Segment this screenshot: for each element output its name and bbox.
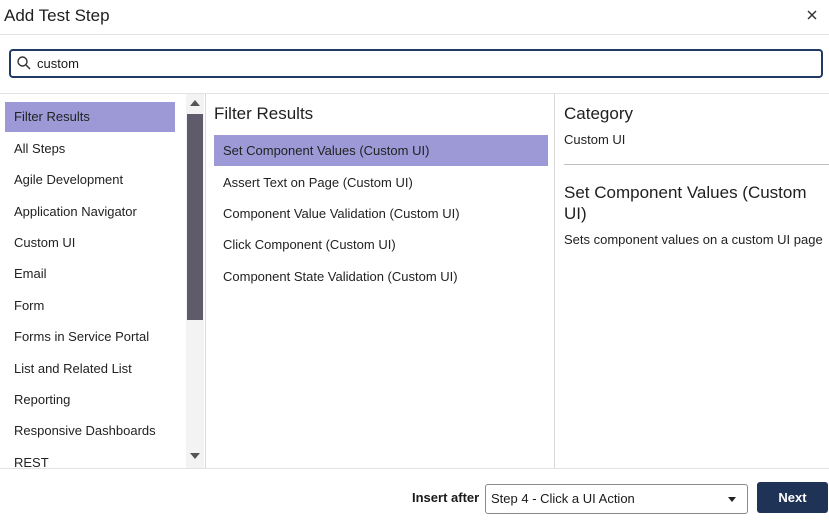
results-title: Filter Results (214, 104, 314, 123)
footer-divider (0, 468, 829, 469)
category-item[interactable]: Forms in Service Portal (5, 322, 175, 352)
insert-after-select[interactable]: Step 4 - Click a UI Action (485, 484, 748, 514)
chevron-down-icon (728, 497, 736, 502)
category-item[interactable]: Agile Development (5, 165, 175, 195)
detail-divider (564, 164, 829, 165)
result-item[interactable]: Click Component (Custom UI) (214, 229, 548, 260)
category-list: Filter Results All Steps Agile Development… (0, 94, 206, 468)
category-heading: Category (564, 104, 633, 123)
scroll-up-icon[interactable] (190, 100, 200, 106)
category-item[interactable]: Reporting (5, 385, 175, 415)
search-icon (17, 56, 31, 70)
step-description: Sets component values on a custom UI pag… (564, 232, 823, 247)
category-item[interactable]: All Steps (5, 134, 175, 164)
category-item[interactable]: Form (5, 291, 175, 321)
search-box[interactable] (9, 49, 823, 78)
result-item[interactable]: Assert Text on Page (Custom UI) (214, 167, 548, 198)
insert-after-value: Step 4 - Click a UI Action (491, 491, 635, 506)
category-item[interactable]: Custom UI (5, 228, 175, 258)
category-item[interactable]: Application Navigator (5, 197, 175, 227)
category-item[interactable]: List and Related List (5, 354, 175, 384)
dialog-header: Add Test Step (0, 0, 829, 35)
search-input[interactable] (37, 53, 807, 74)
category-item[interactable]: Email (5, 259, 175, 289)
dialog-title: Add Test Step (4, 6, 110, 25)
results-panel: Filter Results Set Component Values (Cus… (207, 94, 555, 468)
category-item[interactable]: Responsive Dashboards (5, 416, 175, 446)
category-value: Custom UI (564, 132, 626, 147)
scrollbar-thumb[interactable] (187, 114, 203, 320)
next-button[interactable]: Next (757, 482, 828, 513)
result-item[interactable]: Set Component Values (Custom UI) (214, 135, 548, 166)
detail-panel: Category Custom UI Set Component Values … (556, 94, 829, 468)
scroll-down-icon[interactable] (190, 453, 200, 459)
step-name: Set Component Values (Custom UI) (564, 183, 807, 223)
category-item[interactable]: Filter Results (5, 102, 175, 132)
insert-after-label: Insert after (412, 490, 480, 505)
category-item[interactable]: REST (5, 448, 175, 468)
result-item[interactable]: Component Value Validation (Custom UI) (214, 198, 548, 229)
close-icon[interactable] (803, 6, 821, 24)
result-item[interactable]: Component State Validation (Custom UI) (214, 261, 548, 292)
category-scrollbar[interactable] (186, 94, 204, 468)
